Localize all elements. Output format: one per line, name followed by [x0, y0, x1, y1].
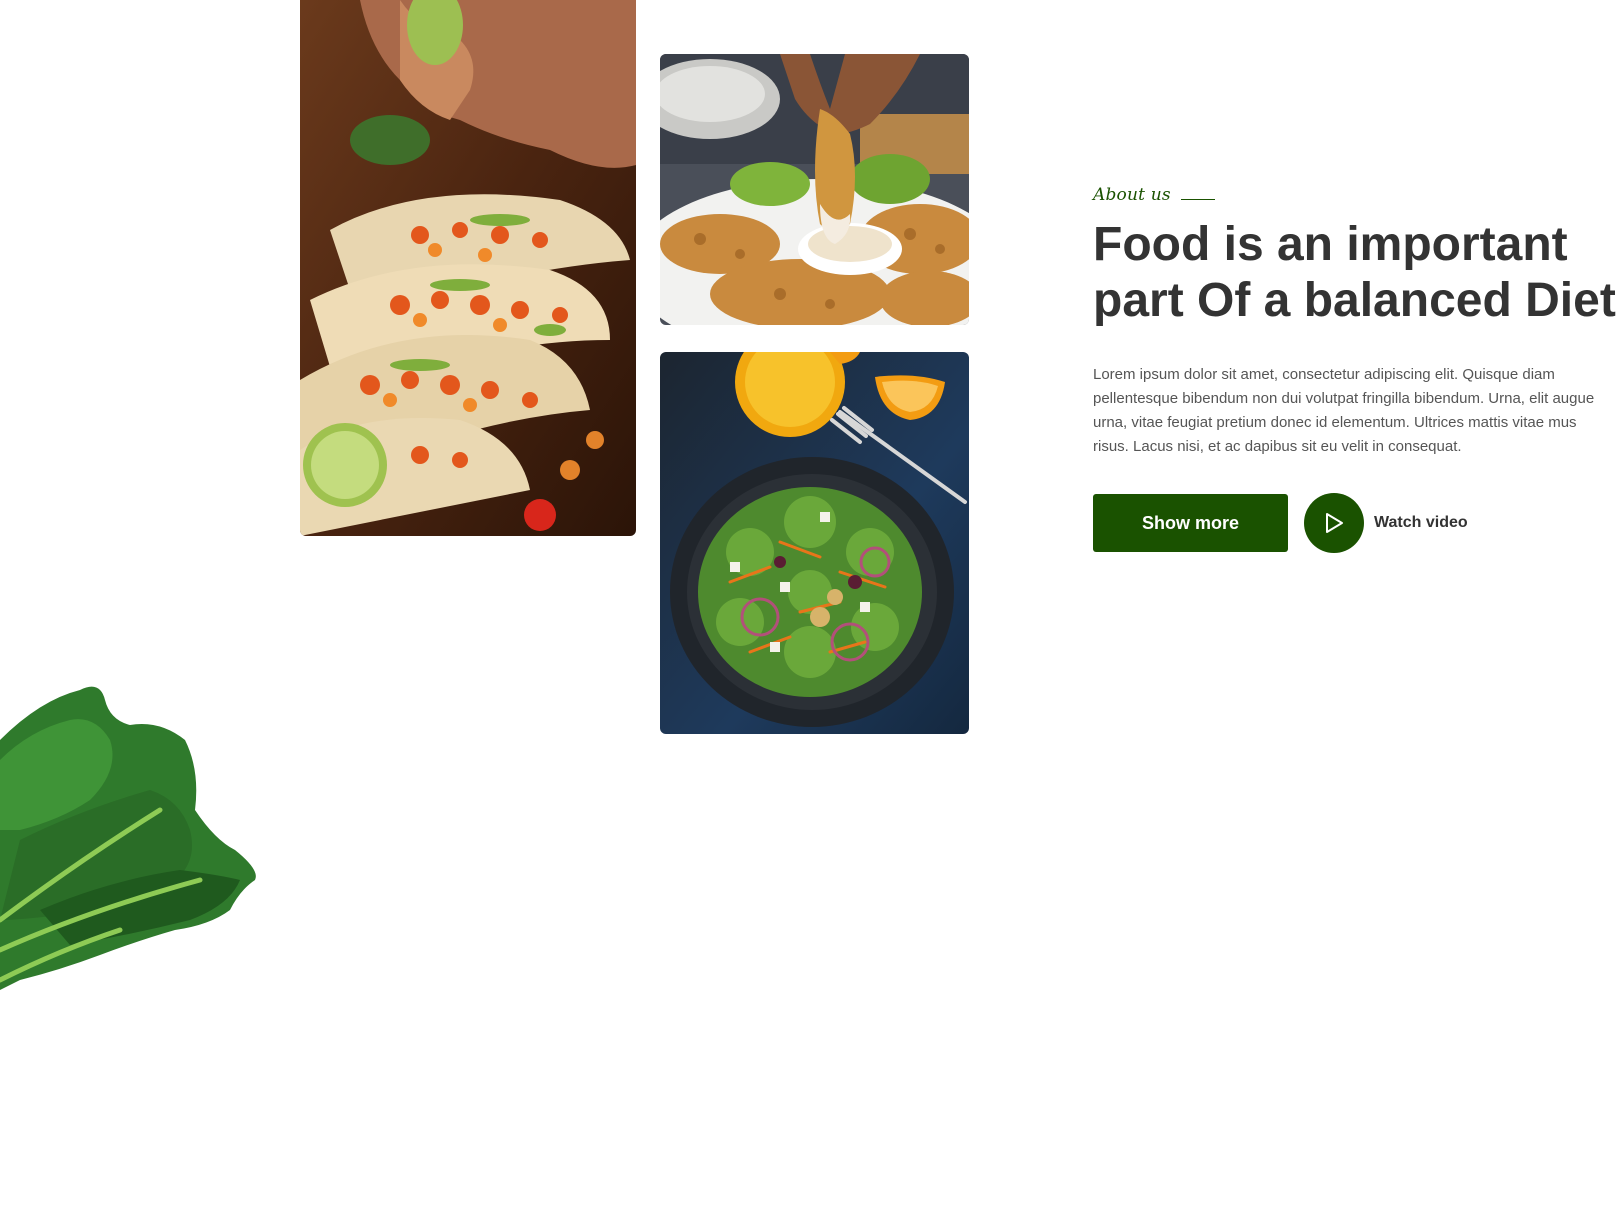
watch-video-link[interactable]: Watch video — [1304, 493, 1468, 553]
about-section: About us Food is an important part Of a … — [1093, 183, 1616, 553]
watch-video-label[interactable]: Watch video — [1374, 514, 1468, 532]
eyebrow-label: About us — [1093, 185, 1171, 205]
page-title: Food is an important part Of a balanced … — [1093, 217, 1620, 329]
chicken-tenders-photo — [660, 54, 969, 325]
spinach-leaf-decoration — [0, 680, 265, 1010]
about-description: Lorem ipsum dolor sit amet, consectetur … — [1093, 366, 1595, 455]
actions: Show more Watch video — [1093, 493, 1613, 553]
play-icon — [1326, 513, 1343, 533]
eyebrow-divider — [1180, 198, 1215, 200]
salad-photo — [660, 352, 969, 734]
play-button[interactable] — [1304, 493, 1364, 553]
tacos-photo — [300, 0, 636, 536]
headline-line-2: part Of a balanced Diet — [1093, 274, 1616, 327]
show-more-button[interactable]: Show more — [1093, 494, 1288, 552]
headline-line-1: Food is an important — [1093, 218, 1568, 271]
eyebrow: About us — [1093, 183, 1613, 207]
